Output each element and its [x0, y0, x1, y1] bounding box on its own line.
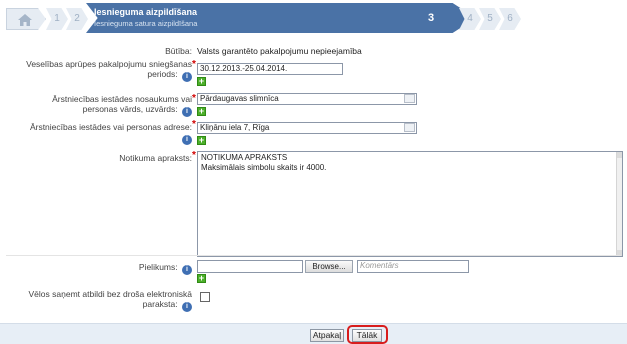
section-divider [6, 255, 621, 256]
nosign-label-line1: Vēlos saņemt atbildi bez droša elektroni… [28, 289, 192, 299]
add-address-button[interactable]: + [197, 136, 206, 145]
period-label-line2: periods: [147, 69, 178, 79]
attachment-label: Pielikums: i [139, 262, 192, 275]
wizard-step-2[interactable]: 2 [66, 8, 88, 30]
next-button-highlight [347, 325, 388, 344]
help-icon[interactable]: i [182, 72, 192, 82]
butiba-value: Valsts garantēto pakalpojumu nepieejamīb… [197, 46, 362, 56]
nosign-checkbox[interactable] [200, 292, 210, 302]
wizard-active-title: Iesnieguma aizpildīšana [94, 7, 198, 17]
help-icon[interactable]: i [182, 135, 192, 145]
description-line1: NOTIKUMA APRAKSTS [201, 153, 288, 162]
file-path-input[interactable] [197, 260, 303, 273]
back-button[interactable]: Atpakaļ [310, 329, 344, 342]
period-label-line1: Veselības aprūpes pakalpojumu sniegšanas [26, 59, 192, 69]
help-icon[interactable]: i [182, 302, 192, 312]
required-marker: * [192, 93, 196, 104]
scroll-up-icon[interactable] [617, 152, 622, 158]
wizard-progress-bar: 1 2 Iesnieguma aizpildīšana Iesnieguma s… [0, 0, 627, 38]
home-icon [18, 14, 32, 26]
browse-button[interactable]: Browse... [305, 260, 353, 273]
description-label: Notikuma apraksts: [119, 153, 192, 163]
institution-label: Ārstniecības iestādes nosaukums vai pers… [0, 94, 192, 117]
address-label-text: Ārstniecības iestādes vai personas adres… [29, 122, 192, 132]
institution-label-line1: Ārstniecības iestādes nosaukums vai [52, 94, 192, 104]
wizard-active-subtitle: Iesnieguma satura aizpildīšana [94, 19, 198, 28]
select-address-icon[interactable] [404, 123, 415, 132]
comment-input[interactable]: Komentārs [357, 260, 469, 273]
wizard-step-6[interactable]: 6 [499, 8, 521, 30]
wizard-step-5[interactable]: 5 [479, 8, 501, 30]
institution-input[interactable]: Pārdaugavas slimnīca [197, 93, 417, 105]
butiba-label: Būtība: [165, 46, 192, 56]
help-icon[interactable]: i [182, 107, 192, 117]
period-input[interactable]: 30.12.2013.-25.04.2014. [197, 63, 343, 75]
form-footer: Atpakaļ Tālāk [0, 323, 627, 344]
help-icon[interactable]: i [182, 265, 192, 275]
institution-label-line2: personas vārds, uzvārds: [82, 104, 178, 114]
add-institution-button[interactable]: + [197, 107, 206, 116]
wizard-step-active: Iesnieguma aizpildīšana Iesnieguma satur… [86, 3, 476, 33]
attachment-label-text: Pielikums: [138, 262, 178, 272]
wizard-step-1[interactable]: 1 [46, 8, 68, 30]
address-input[interactable]: Kliņānu iela 7, Rīga [197, 122, 417, 134]
wizard-active-number: 3 [428, 12, 435, 24]
nosign-label-line2: paraksta: [142, 299, 178, 309]
description-textarea[interactable]: NOTIKUMA APRAKSTS Maksimālais simbolu sk… [197, 151, 623, 257]
textarea-scrollbar[interactable] [616, 152, 622, 256]
add-attachment-button[interactable]: + [197, 274, 206, 283]
add-period-button[interactable]: + [197, 77, 206, 86]
description-line2: Maksimālais simbolu skaits ir 4000. [201, 163, 327, 172]
address-label: Ārstniecības iestādes vai personas adres… [0, 122, 192, 145]
required-marker: * [192, 150, 196, 161]
nosign-label: Vēlos saņemt atbildi bez droša elektroni… [0, 289, 192, 312]
wizard-home-step[interactable] [6, 8, 46, 30]
required-marker: * [192, 59, 196, 70]
required-marker: * [192, 119, 196, 130]
period-label: Veselības aprūpes pakalpojumu sniegšanas… [0, 59, 192, 82]
select-institution-icon[interactable] [404, 94, 415, 103]
